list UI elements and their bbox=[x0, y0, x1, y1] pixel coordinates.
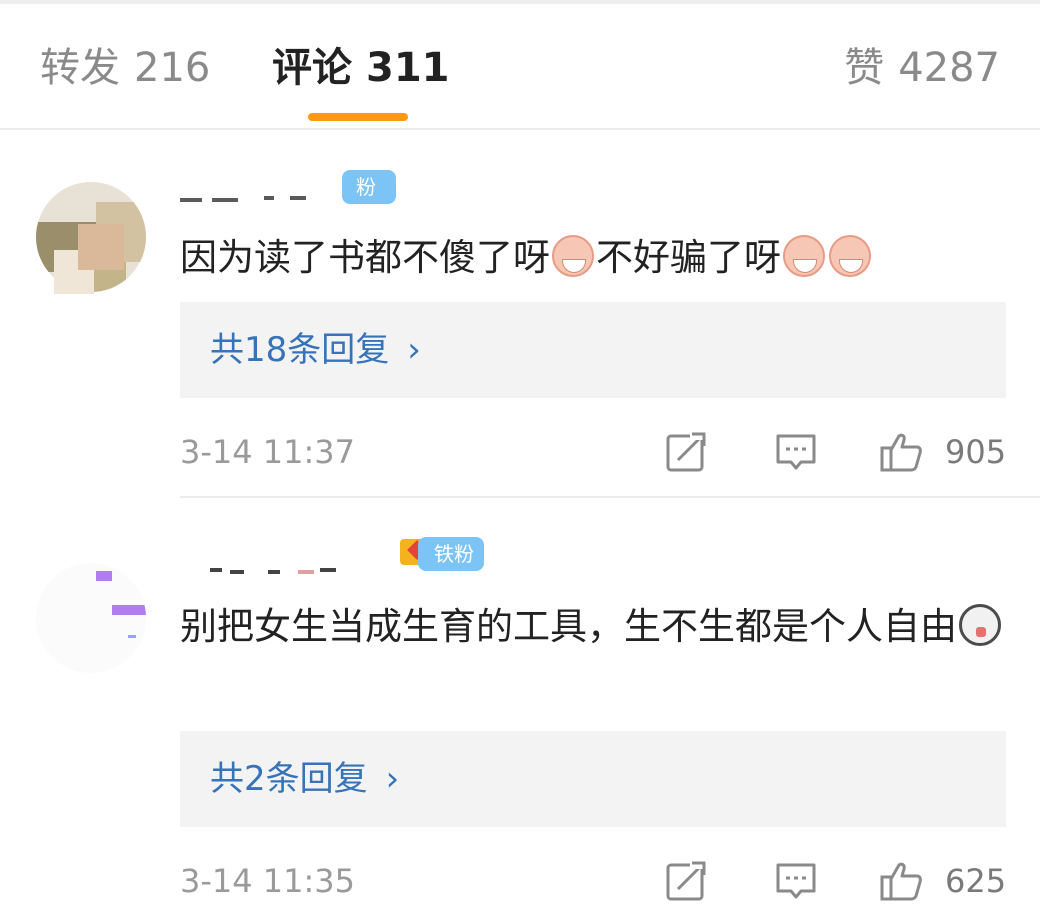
comment-text: 因为读了书都不傻了呀 不好骗了呀 bbox=[180, 228, 1010, 288]
replies-label: 共18条回复 bbox=[210, 330, 390, 370]
comment-timestamp: 3-14 11:37 bbox=[180, 433, 356, 471]
tab-repost[interactable]: 转发 216 bbox=[40, 38, 210, 98]
husky-emoji-icon bbox=[959, 604, 1001, 646]
replies-label: 共2条回复 bbox=[210, 759, 368, 799]
thumbs-up-icon[interactable] bbox=[880, 859, 924, 903]
fan-emoji-icon bbox=[829, 235, 871, 277]
tab-comments[interactable]: 评论 311 bbox=[272, 38, 450, 98]
tab-comments-label: 评论 bbox=[272, 45, 352, 91]
tab-likes[interactable]: 赞 4287 bbox=[844, 38, 1000, 98]
comment-text-part: 别把女生当成生育的工具，生不生都是个人自由 bbox=[180, 605, 957, 648]
fan-badge-label: 铁粉 bbox=[434, 542, 474, 566]
fan-emoji-icon bbox=[783, 235, 825, 277]
comment-text: 别把女生当成生育的工具，生不生都是个人自由 bbox=[180, 597, 1010, 657]
fan-badge[interactable]: 铁粉 bbox=[418, 537, 484, 571]
comment-divider bbox=[180, 496, 1040, 498]
thumbs-up-icon[interactable] bbox=[880, 430, 924, 474]
avatar-mosaic bbox=[78, 224, 124, 270]
tab-bar: 转发 216 评论 311 赞 4287 bbox=[0, 0, 1040, 130]
share-icon[interactable] bbox=[664, 859, 708, 903]
view-replies-button[interactable]: 共18条回复 › bbox=[180, 302, 1006, 398]
chevron-right-icon: › bbox=[385, 759, 400, 799]
share-icon[interactable] bbox=[664, 430, 708, 474]
comment-meta: 3-14 11:37 905 bbox=[180, 428, 1006, 478]
view-replies-button[interactable]: 共2条回复 › bbox=[180, 731, 1006, 827]
fan-badge[interactable]: 粉 bbox=[342, 170, 396, 204]
comment-text-part: 因为读了书都不傻了呀 bbox=[180, 236, 550, 279]
tab-likes-label: 赞 bbox=[844, 45, 885, 91]
like-count: 625 bbox=[945, 862, 1007, 900]
username-redacted[interactable] bbox=[180, 190, 330, 204]
avatar-pixel bbox=[128, 635, 136, 638]
avatar-pixel bbox=[96, 571, 112, 581]
comment-icon[interactable] bbox=[774, 859, 818, 903]
tab-repost-count: 216 bbox=[134, 45, 211, 91]
comment-icon[interactable] bbox=[774, 430, 818, 474]
comment-text-part: 不好骗了呀 bbox=[596, 236, 781, 279]
avatar[interactable] bbox=[36, 563, 146, 673]
like-count: 905 bbox=[945, 433, 1007, 471]
fan-badge-label: 粉 bbox=[356, 175, 376, 199]
username-redacted[interactable] bbox=[180, 560, 370, 574]
chevron-right-icon: › bbox=[407, 330, 421, 370]
comment-timestamp: 3-14 11:35 bbox=[180, 862, 356, 900]
tab-repost-label: 转发 bbox=[40, 45, 120, 91]
active-tab-indicator bbox=[308, 113, 408, 121]
fan-emoji-icon bbox=[552, 235, 594, 277]
tab-likes-count: 4287 bbox=[898, 45, 1000, 91]
tab-comments-count: 311 bbox=[366, 45, 450, 91]
avatar-pixel bbox=[112, 605, 146, 615]
